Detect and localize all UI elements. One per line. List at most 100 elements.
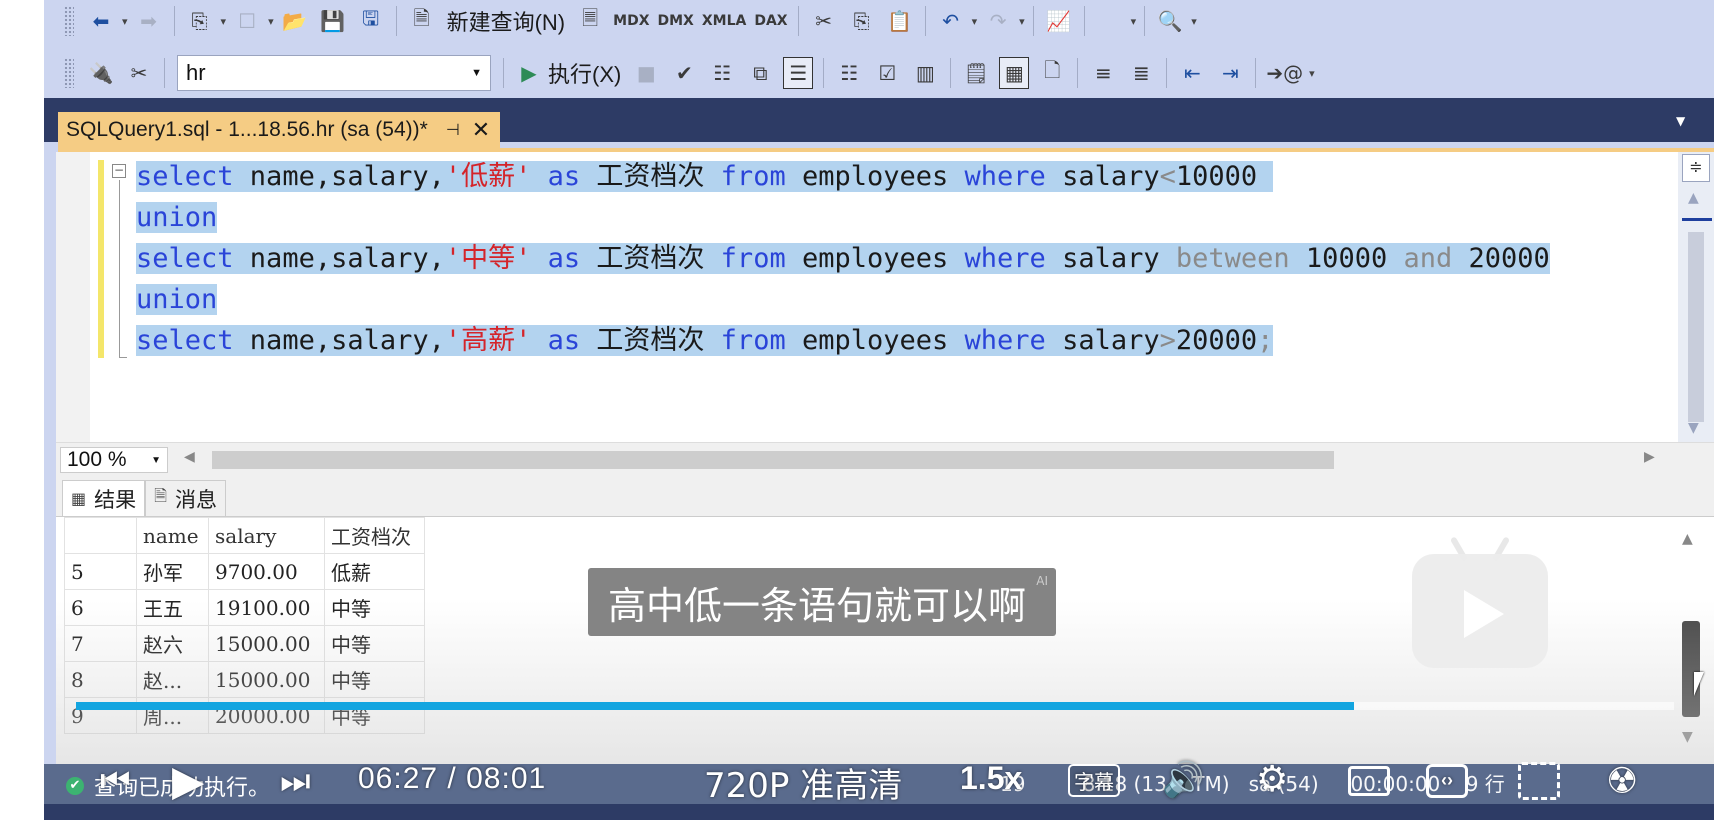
new-query-icon[interactable]: 🗎 (407, 5, 437, 37)
results-to-grid-icon[interactable]: ▦ (999, 57, 1030, 89)
back-arrow-icon[interactable]: ⬅ (86, 5, 116, 37)
scroll-up-icon[interactable]: ▲ (1688, 190, 1699, 206)
cell-level[interactable]: 低薪 (324, 553, 425, 590)
cell-name[interactable]: 孙军 (136, 553, 209, 590)
fullscreen-icon[interactable] (1518, 762, 1560, 800)
quality-button[interactable]: 720P 准高清 (704, 758, 902, 807)
database-select[interactable]: hr ▼ (177, 55, 491, 91)
client-stats-icon[interactable]: ▥ (910, 57, 940, 89)
row-number[interactable]: 8 (64, 661, 137, 698)
uncomment-icon[interactable]: ≣ (1126, 57, 1156, 89)
save-all-icon[interactable]: 🖫 (356, 5, 386, 37)
increase-indent-icon[interactable]: ⇥ (1215, 57, 1245, 89)
chevron-down-icon[interactable]: ▾ (268, 15, 274, 28)
close-icon[interactable]: ✕ (472, 117, 490, 143)
cell-name[interactable]: 赵六 (136, 625, 209, 662)
chevron-down-icon[interactable]: ▾ (122, 15, 128, 28)
bilibili-play-icon[interactable] (1412, 536, 1548, 670)
tab-results[interactable]: ▦ 结果 (62, 480, 146, 516)
new-query-button[interactable]: 新建查询(N) (447, 5, 566, 37)
toolbar-overflow-icon[interactable]: ▾ (1191, 15, 1197, 28)
cell-salary[interactable]: 15000.00 (208, 625, 325, 662)
column-header-level[interactable]: 工资档次 (324, 517, 425, 554)
video-progress-bar[interactable] (76, 702, 1674, 710)
cell-salary[interactable]: 15000.00 (208, 661, 325, 698)
web-fullscreen-icon[interactable]: ☢ (1606, 760, 1638, 802)
horizontal-scrollbar-thumb[interactable] (212, 451, 1334, 469)
open-folder-icon[interactable]: 📂 (280, 5, 310, 37)
table-row[interactable]: 7 赵六 15000.00 中等 (64, 625, 425, 662)
scroll-down-icon[interactable]: ▼ (1682, 729, 1693, 745)
decrease-indent-icon[interactable]: ⇤ (1177, 57, 1207, 89)
next-icon[interactable]: ⏭ (280, 762, 311, 801)
copy-icon[interactable]: ⎘ (847, 5, 877, 37)
activity-monitor-icon[interactable]: 📈 (1044, 5, 1074, 37)
scroll-up-icon[interactable]: ▲ (1682, 531, 1693, 547)
forward-arrow-icon[interactable]: ➡ (134, 5, 164, 37)
cell-salary[interactable]: 9700.00 (208, 553, 325, 590)
speed-button[interactable]: 1.5x (960, 760, 1022, 797)
scissors-icon[interactable]: ✂ (809, 5, 839, 37)
redo-icon[interactable]: ↷ (983, 5, 1013, 37)
scroll-down-icon[interactable]: ▼ (1688, 420, 1699, 436)
stop-icon[interactable]: ■ (631, 57, 661, 89)
zoom-select[interactable]: 100 % ▼ (60, 447, 168, 473)
column-header-name[interactable]: name (136, 517, 209, 554)
add-item-icon[interactable]: ☐ (232, 5, 262, 37)
comment-icon[interactable]: ≡ (1088, 57, 1118, 89)
cell-level[interactable]: 中等 (324, 625, 425, 662)
tab-sqlquery1[interactable]: SQLQuery1.sql - 1...18.56.hr (sa (54))* … (58, 112, 501, 148)
previous-icon[interactable]: ⏮ (100, 762, 131, 801)
checkmark-icon[interactable]: ✔ (669, 57, 699, 89)
row-number[interactable]: 7 (64, 625, 137, 662)
pin-icon[interactable]: ⊣ (446, 120, 460, 140)
toolbar-grip[interactable] (64, 6, 74, 36)
table-row[interactable]: 5 孙军 9700.00 低薪 (64, 553, 425, 590)
table-row[interactable]: 6 王五 19100.00 中等 (64, 589, 425, 626)
volume-icon[interactable]: 🔊 (1162, 760, 1204, 800)
query-designer-icon[interactable]: ⧉ (745, 57, 775, 89)
cell-level[interactable]: 中等 (324, 661, 425, 698)
cell-level[interactable]: 中等 (324, 589, 425, 626)
connect-icon[interactable]: 🔌 (86, 57, 116, 89)
live-stats-icon[interactable]: ☑ (872, 57, 902, 89)
editor-vertical-scrollbar[interactable]: ≑ ▲ ▼ (1678, 152, 1714, 442)
undo-icon[interactable]: ↶ (936, 5, 966, 37)
cell-name[interactable]: 王五 (136, 589, 209, 626)
row-number-header[interactable] (64, 517, 137, 554)
play-icon[interactable]: ▶ (172, 756, 204, 805)
execute-button[interactable]: 执行(X) (548, 57, 621, 89)
scroll-left-icon[interactable]: ◀ (184, 449, 195, 465)
results-to-text-icon[interactable]: 🗒 (961, 57, 991, 89)
new-project-icon[interactable]: ⎘ (185, 5, 215, 37)
toolbar-grip[interactable] (64, 58, 74, 88)
save-icon[interactable]: 💾 (318, 5, 348, 37)
gear-icon[interactable]: ⚙ (1256, 758, 1288, 800)
tab-overflow-icon[interactable]: ▼ (1676, 114, 1685, 128)
row-number[interactable]: 6 (64, 589, 137, 626)
row-number[interactable]: 5 (64, 553, 137, 590)
scroll-right-icon[interactable]: ▶ (1644, 449, 1655, 465)
table-row[interactable]: 8 赵... 15000.00 中等 (64, 661, 425, 698)
intellisense-icon[interactable]: ☰ (783, 57, 814, 89)
picture-in-picture-icon[interactable] (1348, 766, 1390, 796)
scrollbar-thumb[interactable] (1688, 232, 1704, 422)
split-window-icon[interactable]: ≑ (1682, 154, 1710, 182)
change-connection-icon[interactable]: ✂ (124, 57, 154, 89)
query-icon[interactable]: 🗏 (575, 5, 605, 37)
search-icon[interactable]: 🔍 (1155, 5, 1185, 37)
include-plan-icon[interactable]: ☷ (834, 57, 864, 89)
cell-name[interactable]: 赵... (136, 661, 209, 698)
display-plan-icon[interactable]: ☷ (707, 57, 737, 89)
column-header-salary[interactable]: salary (208, 517, 325, 554)
mdx-query-button[interactable]: MDX (613, 5, 649, 37)
toolbar-overflow-icon[interactable]: ▾ (1309, 67, 1315, 80)
chevron-down-icon[interactable]: ▾ (1131, 15, 1137, 28)
results-to-file-icon[interactable]: 🗋 (1037, 57, 1067, 89)
tab-messages[interactable]: 🗎 消息 (145, 480, 226, 516)
chevron-down-icon[interactable]: ▾ (972, 15, 978, 28)
xmla-query-button[interactable]: XMLA (702, 5, 746, 37)
specify-values-icon[interactable]: ➔@ (1266, 57, 1303, 89)
chevron-down-icon[interactable]: ▾ (221, 15, 227, 28)
play-triangle-icon[interactable]: ▶ (514, 57, 544, 89)
